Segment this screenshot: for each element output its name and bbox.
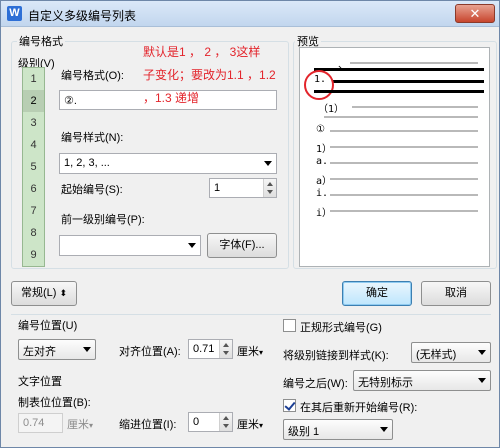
indent-label: 缩进位置(I):: [119, 419, 177, 431]
chevron-down-icon: [478, 350, 486, 355]
start-label: 起始编号(S):: [61, 184, 123, 196]
align-position-spinner[interactable]: [219, 340, 232, 358]
preview-line-1: [350, 62, 478, 64]
spin-down-icon: [267, 190, 273, 194]
app-icon: W: [7, 6, 22, 21]
chevron-down-icon: [83, 347, 91, 352]
alignment-value: 左对齐: [23, 346, 56, 358]
spin-up-icon: [223, 416, 229, 420]
prev-level-select[interactable]: [59, 235, 201, 256]
normal-button-label: 常规(L): [20, 287, 57, 299]
window-title: 自定义多级编号列表: [28, 9, 137, 23]
preview-line-8: [330, 194, 478, 196]
format-label: 编号格式(O):: [61, 70, 124, 82]
align-position-value: 0.71: [193, 343, 215, 355]
chevron-down-icon: [478, 378, 486, 383]
level-item-9[interactable]: 9: [23, 244, 44, 266]
start-number-spinner[interactable]: [263, 179, 276, 197]
level-item-4[interactable]: 4: [23, 134, 44, 156]
restart-level-select[interactable]: 级别 1: [283, 419, 393, 440]
text-position-title: 文字位置: [18, 376, 62, 388]
preview-line-6: [330, 162, 478, 164]
chevron-down-icon: [188, 243, 196, 248]
annotation-line-1: 默认是1 ， 2 ， 3这样: [143, 45, 261, 59]
indent-value: 0: [193, 416, 200, 428]
tab-position-value: 0.74: [23, 417, 45, 429]
spin-down-icon: [223, 351, 229, 355]
legal-numbering-checkbox[interactable]: [283, 319, 296, 332]
dialog: W 自定义多级编号列表 ✕ 编号格式 级别(V) 1 2 3 4 5 6 7 8…: [0, 0, 500, 448]
indent-unit-text: 厘米: [237, 419, 259, 431]
preview-line-1b: [314, 68, 484, 71]
link-style-select[interactable]: (无样式): [411, 342, 491, 363]
tab-position-unit: 厘米▾: [67, 416, 93, 432]
restart-level-value: 级别 1: [288, 426, 320, 438]
tab-position-label: 制表位位置(B):: [18, 397, 91, 409]
level-item-8[interactable]: 8: [23, 222, 44, 244]
preview-line-4: [330, 130, 478, 132]
link-style-value: (无样式): [416, 349, 457, 361]
spin-up-icon: [223, 343, 229, 347]
indent-spinner[interactable]: [219, 413, 232, 431]
preview-line-3: [352, 106, 478, 108]
follow-number-select[interactable]: 无特别标示: [353, 370, 491, 391]
tab-position-input[interactable]: 0.74: [18, 413, 63, 433]
title-bar: W 自定义多级编号列表 ✕: [1, 1, 499, 27]
spin-down-icon: [223, 424, 229, 428]
restart-numbering-checkbox[interactable]: [283, 399, 296, 412]
indent-unit[interactable]: 厘米▾: [237, 416, 263, 432]
preview-line-9: [330, 210, 478, 212]
preview-item-6: a.: [316, 156, 329, 167]
spin-up-icon: [267, 182, 273, 186]
level-item-1[interactable]: 1: [23, 68, 44, 90]
align-position-unit[interactable]: 厘米▾: [237, 343, 263, 359]
unit-dropdown-icon: ▾: [259, 348, 264, 357]
start-number-value: 1: [214, 182, 221, 194]
number-style-select[interactable]: 1, 2, 3, ...: [59, 153, 277, 174]
number-style-value: 1, 2, 3, ...: [64, 157, 110, 169]
preview-item-3: （1）: [318, 104, 345, 115]
tab-position-unit-text: 厘米: [67, 419, 89, 431]
level-list[interactable]: 1 2 3 4 5 6 7 8 9: [22, 67, 45, 267]
annotation-line-3: ，1.3 递增: [143, 91, 200, 105]
restart-numbering-label: 在其后重新开始编号(R):: [300, 402, 418, 414]
number-position-title: 编号位置(U): [18, 320, 78, 332]
preview-line-7: [330, 178, 478, 180]
style-label: 编号样式(N):: [61, 132, 124, 144]
preview-line-2: [332, 80, 484, 83]
preview-item-8: i.: [316, 188, 329, 199]
alignment-select[interactable]: 左对齐: [18, 339, 96, 360]
legal-numbering-label: 正规形式编号(G): [300, 322, 382, 334]
follow-number-label: 编号之后(W):: [283, 378, 348, 390]
annotation-circle: [304, 70, 334, 100]
cancel-button[interactable]: 取消: [421, 281, 491, 306]
level-item-3[interactable]: 3: [23, 112, 44, 134]
annotation-line-2: 子变化；要改为1.1 ，1.2: [143, 68, 276, 82]
font-button[interactable]: 字体(F)...: [207, 233, 277, 258]
follow-number-value: 无特别标示: [358, 377, 413, 389]
preview-line-3b: [324, 116, 478, 118]
number-format-group-title: 编号格式: [17, 33, 65, 49]
chevron-down-icon: [380, 427, 388, 432]
align-position-unit-text: 厘米: [237, 346, 259, 358]
unit-dropdown-icon: ▾: [89, 421, 94, 430]
double-chevron-up-icon: ⬍: [59, 288, 68, 298]
unit-dropdown-icon: ▾: [259, 421, 264, 430]
link-style-label: 将级别链接到样式(K):: [283, 350, 389, 362]
divider: [11, 314, 491, 315]
chevron-down-icon: [264, 161, 272, 166]
preview-line-5: [330, 146, 478, 148]
level-item-5[interactable]: 5: [23, 156, 44, 178]
preview-item-4: ①: [316, 124, 325, 135]
preview-line-2b: [314, 90, 484, 93]
preview-pane: 、 1. （1） ① 1） a. a） i. i）: [299, 47, 490, 267]
align-position-label: 对齐位置(A):: [119, 346, 181, 358]
normal-toggle-button[interactable]: 常规(L) ⬍: [11, 281, 77, 306]
ok-button[interactable]: 确定: [342, 281, 412, 306]
level-item-6[interactable]: 6: [23, 178, 44, 200]
prev-level-label: 前一级别编号(P):: [61, 214, 145, 226]
level-item-2[interactable]: 2: [23, 90, 44, 112]
close-button[interactable]: ✕: [455, 4, 495, 23]
level-item-7[interactable]: 7: [23, 200, 44, 222]
